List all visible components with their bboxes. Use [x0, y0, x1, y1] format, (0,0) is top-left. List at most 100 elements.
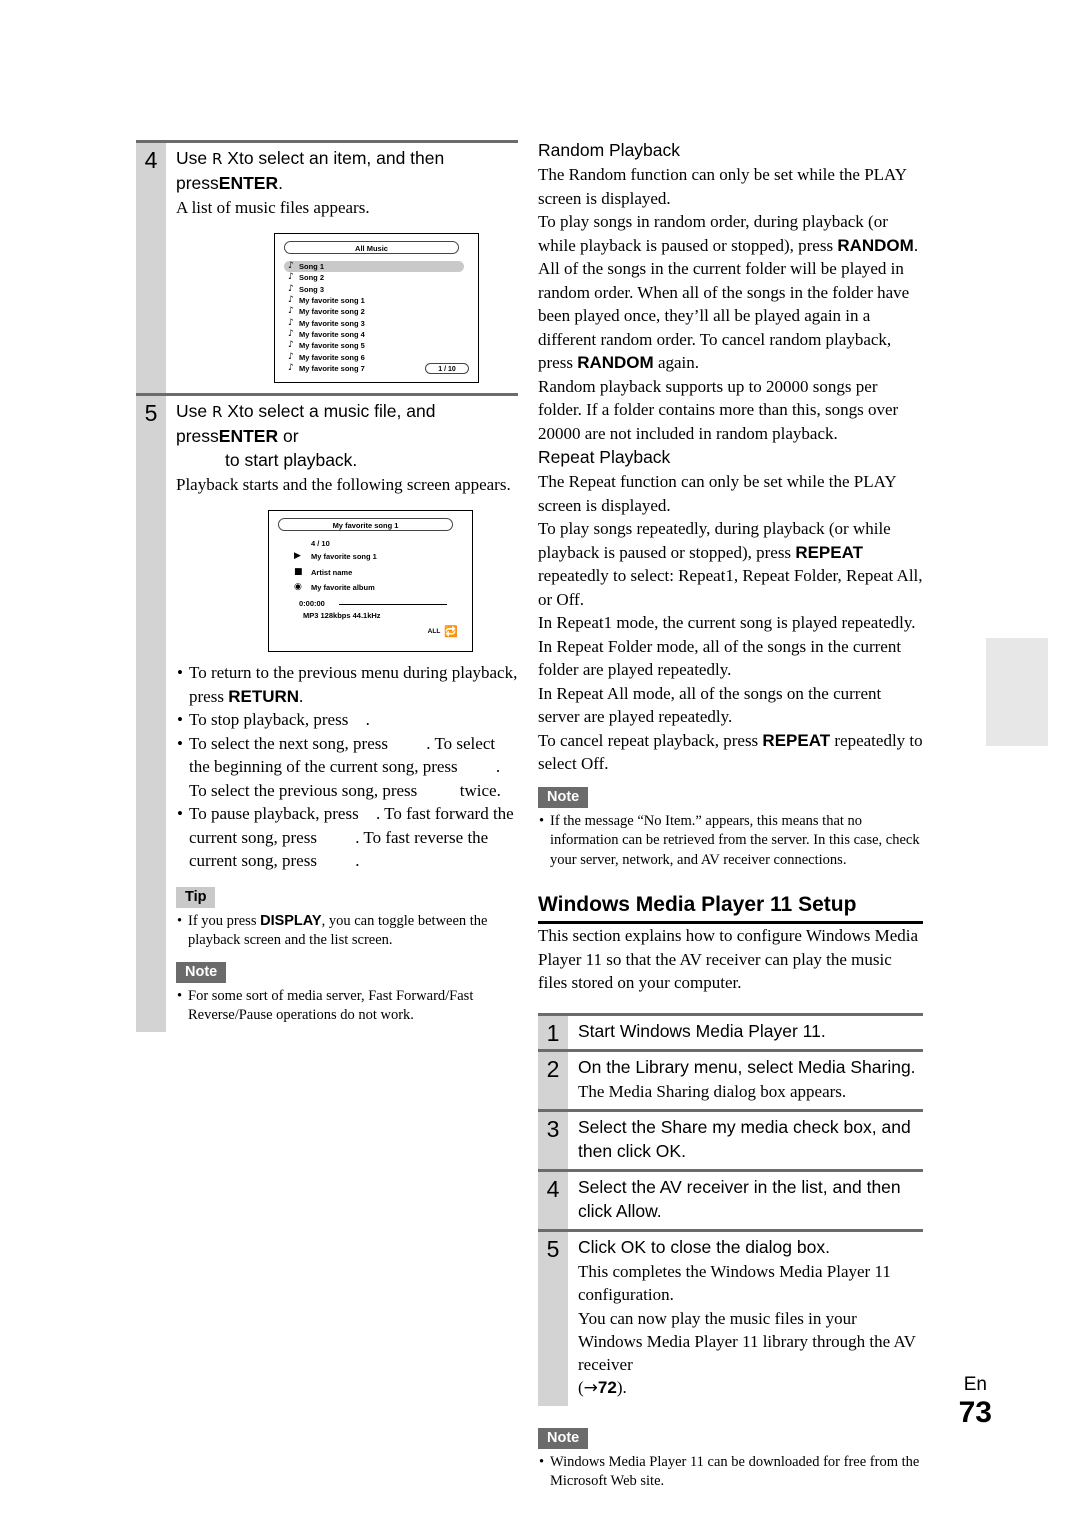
playback-progress-bar[interactable] — [339, 603, 447, 605]
list-item-label: My favorite song 2 — [299, 307, 365, 317]
wmp-step-5-ref-close: ). — [616, 1377, 627, 1397]
repeat-p6-a: To cancel repeat playback, press — [538, 730, 763, 750]
note-bullets: If the message “No Item.” appears, this … — [538, 812, 923, 871]
bullet-return: To return to the previous menu during pl… — [176, 661, 518, 708]
note-bullets: Windows Media Player 11 can be downloade… — [538, 1453, 923, 1492]
cursor-up-arrow-icon: R — [211, 403, 223, 421]
chapter-edge-tab — [986, 638, 1048, 746]
list-item[interactable]: ♪ Song 1 — [284, 261, 464, 273]
list-item-label: My favorite song 7 — [299, 363, 365, 373]
repeat-playback-p6: To cancel repeat playback, press REPEAT … — [538, 729, 923, 776]
playback-track-number: 4 / 10 — [311, 539, 330, 548]
list-item[interactable]: ♪ My favorite song 5 — [284, 340, 464, 351]
note-bullet: Windows Media Player 11 can be downloade… — [538, 1453, 923, 1492]
music-note-icon: ♪ — [288, 261, 294, 272]
wmp-step-1: 1 Start Windows Media Player 11. — [538, 1012, 923, 1049]
bullet-track-select: To select the next song, press . To sele… — [176, 732, 518, 803]
music-note-icon: ♪ — [288, 283, 294, 294]
wmp-step-2: 2 On the Library menu, select Media Shar… — [538, 1048, 923, 1109]
list-item[interactable]: ♪ My favorite song 1 — [284, 295, 464, 306]
wmp-step-3-number: 3 — [538, 1111, 568, 1169]
list-item[interactable]: ♪ Song 2 — [284, 272, 464, 283]
bullet-next-post: twice. — [455, 780, 501, 800]
bullet-stop-pre: To stop playback, press — [189, 710, 353, 729]
step-5-text-mid: X — [222, 401, 239, 421]
bullet-stop-post: . — [365, 710, 370, 729]
repeat-playback-p2: To play songs repeatedly, during playbac… — [538, 517, 923, 611]
step-5: 5 Use R Xto select a music file, and pre… — [136, 393, 518, 1032]
step-4: 4 Use R Xto select an item, and then pre… — [136, 140, 518, 393]
random-p2-c: again. — [653, 353, 700, 372]
repeat-all-label: ALL — [427, 628, 441, 635]
list-screen-title: All Music — [284, 241, 459, 254]
repeat-icon: 🔁 — [444, 625, 458, 638]
playback-album: My favorite album — [311, 582, 375, 592]
list-item-label: My favorite song 5 — [299, 341, 365, 351]
step-4-body: Use R Xto select an item, and then press… — [166, 143, 518, 393]
list-item[interactable]: ♪ Song 3 — [284, 284, 464, 295]
tip-box: Tip If you press DISPLAY, you can toggle… — [176, 886, 518, 951]
wmp-step-3: 3 Select the Share my media check box, a… — [538, 1108, 923, 1169]
step-5-heading-line2: to start playback. — [176, 448, 518, 472]
wmp-step-5-number: 5 — [538, 1231, 568, 1406]
enter-key-label: ENTER — [218, 173, 279, 193]
list-item-label: My favorite song 3 — [299, 318, 365, 328]
page-reference-arrow-icon: → — [583, 1377, 598, 1398]
step-5-heading-line2-text: to start playback. — [225, 450, 358, 470]
random-playback-p3: Random playback supports up to 20000 son… — [538, 376, 899, 443]
section-heading-wmp: Windows Media Player 11 Setup — [538, 892, 923, 924]
wmp-step-4-heading: Select the AV receiver in the list, and … — [578, 1176, 901, 1221]
music-note-icon: ♪ — [288, 272, 294, 283]
list-item[interactable]: ♪ My favorite song 4 — [284, 329, 464, 340]
display-key-label: DISPLAY — [260, 912, 322, 929]
music-note-icon: ♪ — [288, 306, 294, 317]
list-page-indicator: 1 / 10 — [425, 363, 469, 374]
tip-bullet: If you press DISPLAY, you can toggle bet… — [176, 912, 518, 951]
step-4-text-mid: X — [222, 148, 239, 168]
step-5-heading: Use R Xto select a music file, and press… — [176, 399, 518, 448]
repeat-playback-p4: In Repeat Folder mode, all of the songs … — [538, 636, 902, 680]
wmp-step-3-heading: Select the Share my media check box, and… — [578, 1116, 911, 1161]
list-item-label: My favorite song 4 — [299, 329, 365, 339]
tip-bullets: If you press DISPLAY, you can toggle bet… — [176, 912, 518, 951]
wmp-step-5-sub-1: This completes the Windows Media Player … — [578, 1261, 891, 1304]
music-list-rows: ♪ Song 1 ♪ Song 2 ♪ Song 3 ♪ My favorite son… — [284, 261, 464, 374]
repeat-playback-p1: The Repeat function can only be set whil… — [538, 472, 897, 515]
play-icon: ▶ — [294, 551, 301, 561]
playback-track-row: ▶ My favorite song 1 — [294, 551, 377, 561]
note-bullets: For some sort of media server, Fast Forw… — [176, 987, 518, 1026]
bullet-next-pre: To select the next song, press — [189, 733, 393, 753]
playback-format-info: MP3 128kbps 44.1kHz — [303, 611, 381, 620]
music-note-icon: ♪ — [288, 362, 294, 373]
list-item-label: Song 2 — [299, 273, 325, 283]
random-playback-p1: The Random function can only be set whil… — [538, 165, 907, 208]
list-item[interactable]: ♪ My favorite song 2 — [284, 306, 464, 317]
list-item[interactable]: ♪ My favorite song 3 — [284, 317, 464, 328]
step-5-number: 5 — [136, 396, 166, 1032]
playback-screen: My favorite song 1 4 / 10 ▶ My favorite s… — [268, 510, 473, 652]
random-key-label-2: RANDOM — [577, 353, 654, 372]
music-note-icon: ♪ — [288, 340, 294, 351]
list-item[interactable]: ♪ My favorite song 6 — [284, 351, 464, 362]
note-badge: Note — [538, 786, 589, 808]
wmp-steps: 1 Start Windows Media Player 11. 2 On th… — [538, 1012, 923, 1406]
note-bullet: If the message “No Item.” appears, this … — [538, 812, 923, 871]
music-note-icon: ♪ — [288, 317, 294, 328]
repeat-key-label: REPEAT — [795, 542, 864, 562]
note-box-left: Note For some sort of media server, Fast… — [176, 961, 518, 1026]
wmp-intro: This section explains how to configure W… — [538, 926, 919, 992]
step-5-text-pre: Use — [176, 401, 212, 421]
playback-control-bullets: To return to the previous menu during pl… — [176, 661, 518, 873]
wmp-step-1-heading: Start Windows Media Player 11. — [578, 1020, 826, 1041]
enter-key-label: ENTER — [218, 426, 279, 446]
wmp-step-3-body: Select the Share my media check box, and… — [568, 1112, 923, 1169]
playback-repeat-indicator: ALL 🔁 — [428, 626, 458, 637]
playback-artist-row: ■ Artist name — [294, 567, 352, 577]
repeat-playback-heading: Repeat Playback — [538, 447, 671, 467]
album-disc-icon: ◉ — [294, 582, 302, 592]
wmp-step-1-body: Start Windows Media Player 11. — [568, 1016, 923, 1049]
repeat-playback-p5: In Repeat All mode, all of the songs on … — [538, 683, 882, 727]
artist-icon: ■ — [294, 567, 303, 577]
bullet-stop: To stop playback, press . — [176, 708, 518, 732]
note-bullet: For some sort of media server, Fast Forw… — [176, 987, 518, 1026]
